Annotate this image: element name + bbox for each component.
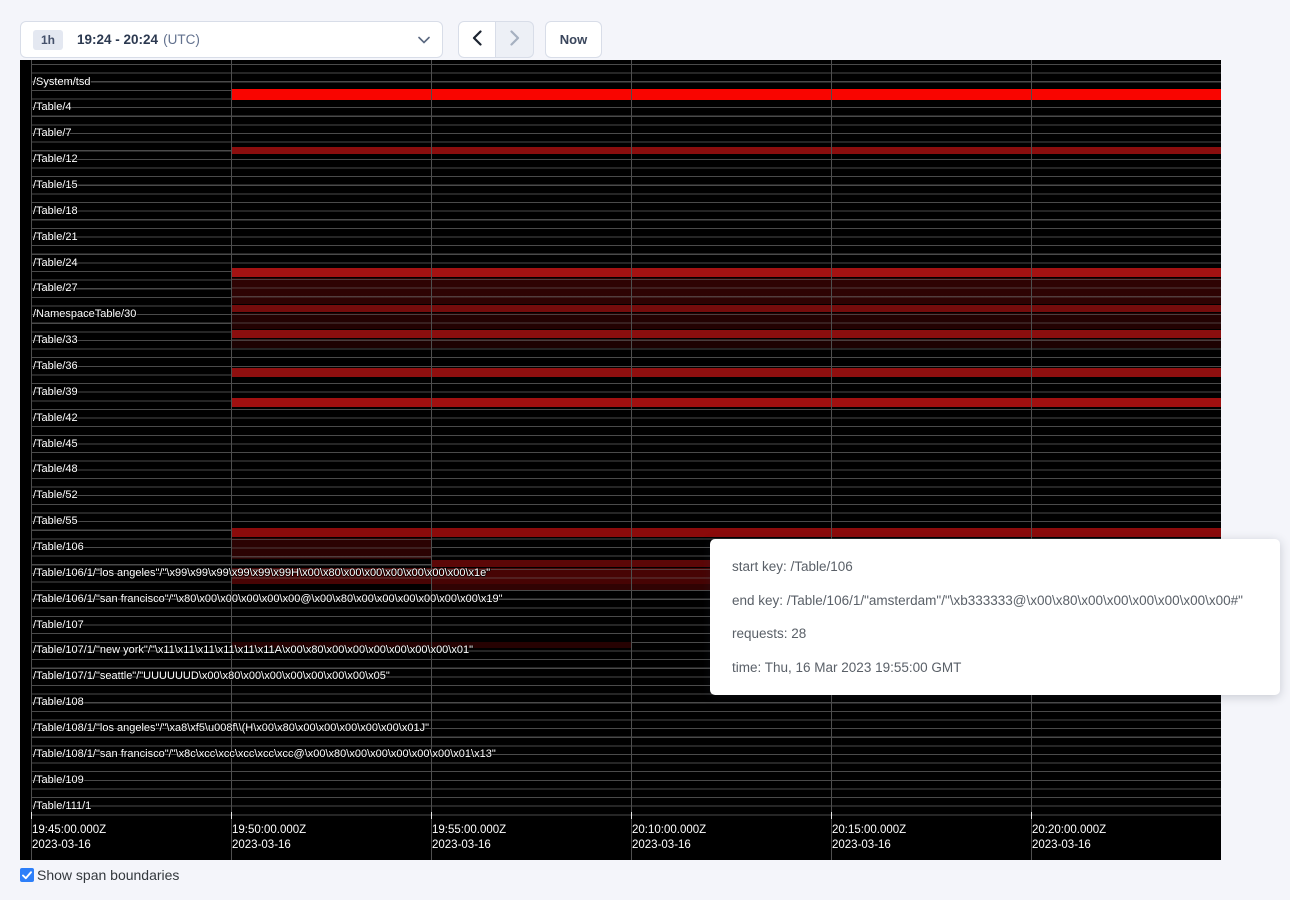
chevron-down-icon bbox=[418, 36, 430, 44]
time-gridline bbox=[631, 60, 632, 860]
span-row-label: /Table/108 bbox=[33, 696, 84, 708]
span-row-label: /Table/18 bbox=[33, 205, 78, 217]
heat-band bbox=[231, 642, 631, 648]
span-row-label: /System/tsd bbox=[33, 76, 90, 88]
axis-time-label: 20:10:00.000Z bbox=[632, 824, 706, 836]
span-row-label: /Table/27 bbox=[33, 282, 78, 294]
heat-band bbox=[231, 268, 1221, 277]
next-interval-button[interactable] bbox=[496, 21, 534, 58]
axis-time-label: 20:20:00.000Z bbox=[1032, 824, 1106, 836]
tooltip-start-key: start key: /Table/106 bbox=[732, 550, 1258, 584]
axis-time-label: 19:45:00.000Z bbox=[32, 824, 106, 836]
heat-band bbox=[231, 368, 1221, 377]
axis-time-label: 19:50:00.000Z bbox=[232, 824, 306, 836]
time-gridline bbox=[31, 60, 32, 860]
time-gridline bbox=[1031, 60, 1032, 860]
now-button[interactable]: Now bbox=[545, 21, 602, 58]
span-row-label: /Table/33 bbox=[33, 334, 78, 346]
heat-band bbox=[231, 538, 431, 559]
axis-tick bbox=[1031, 812, 1032, 819]
time-gridline bbox=[431, 60, 432, 860]
span-boundary-gridlines bbox=[31, 64, 1221, 816]
axis-time-label: 19:55:00.000Z bbox=[432, 824, 506, 836]
chevron-left-icon bbox=[472, 30, 482, 49]
chevron-right-icon bbox=[510, 30, 520, 49]
tooltip-end-key: end key: /Table/106/1/"amsterdam"/"\xb33… bbox=[732, 584, 1258, 618]
heat-band bbox=[231, 305, 1221, 312]
heat-band bbox=[231, 313, 1221, 329]
span-row-label: /Table/24 bbox=[33, 257, 78, 269]
axis-date-label: 2023-03-16 bbox=[432, 839, 491, 851]
span-row-label: /Table/106/1/"san francisco"/"\x80\x00\x… bbox=[33, 593, 503, 605]
heat-band bbox=[231, 398, 1221, 407]
span-row-label: /Table/55 bbox=[33, 515, 78, 527]
span-row-label: /Table/42 bbox=[33, 412, 78, 424]
span-row-label: /NamespaceTable/30 bbox=[33, 308, 136, 320]
span-row-label: /Table/12 bbox=[33, 153, 78, 165]
heat-band bbox=[231, 278, 1221, 304]
key-visualizer-page: 1h 19:24 - 20:24 (UTC) Now /System/tsd/T… bbox=[0, 0, 1290, 900]
heatmap-tooltip: start key: /Table/106 end key: /Table/10… bbox=[710, 539, 1280, 695]
axis-date-label: 2023-03-16 bbox=[232, 839, 291, 851]
span-row-label: /Table/15 bbox=[33, 179, 78, 191]
tooltip-time: time: Thu, 16 Mar 2023 19:55:00 GMT bbox=[732, 651, 1258, 685]
span-row-label: /Table/4 bbox=[33, 101, 72, 113]
span-row-label: /Table/108/1/"los angeles"/"\xa8\xf5\u00… bbox=[33, 722, 429, 734]
axis-date-label: 2023-03-16 bbox=[832, 839, 891, 851]
heat-band bbox=[231, 89, 1221, 100]
span-row-label: /Table/107 bbox=[33, 619, 84, 631]
time-nav-buttons bbox=[458, 21, 534, 58]
show-span-boundaries-control[interactable]: Show span boundaries bbox=[20, 867, 179, 883]
axis-tick bbox=[631, 812, 632, 819]
axis-tick bbox=[31, 812, 32, 819]
key-visualizer-heatmap[interactable]: /System/tsd/Table/4/Table/7/Table/12/Tab… bbox=[20, 60, 1221, 860]
heat-band bbox=[231, 147, 1221, 154]
span-row-label: /Table/111/1 bbox=[33, 800, 91, 812]
span-row-label: /Table/36 bbox=[33, 360, 78, 372]
axis-tick bbox=[831, 812, 832, 819]
heat-band bbox=[231, 330, 1221, 338]
axis-date-label: 2023-03-16 bbox=[632, 839, 691, 851]
span-row-label: /Table/108/1/"san francisco"/"\x8c\xcc\x… bbox=[33, 748, 496, 760]
span-row-label: /Table/109 bbox=[33, 774, 84, 786]
axis-tick bbox=[431, 812, 432, 819]
span-row-label: /Table/39 bbox=[33, 386, 78, 398]
time-gridline bbox=[231, 60, 232, 860]
span-row-label: /Table/45 bbox=[33, 438, 78, 450]
range-timezone: (UTC) bbox=[163, 32, 200, 47]
previous-interval-button[interactable] bbox=[458, 21, 496, 58]
span-row-label: /Table/52 bbox=[33, 489, 78, 501]
tooltip-requests: requests: 28 bbox=[732, 617, 1258, 651]
heat-band bbox=[231, 339, 1221, 348]
span-row-label: /Table/21 bbox=[33, 231, 78, 243]
time-gridline bbox=[831, 60, 832, 860]
checkbox-label: Show span boundaries bbox=[37, 867, 179, 883]
checkbox-checked-icon[interactable] bbox=[20, 868, 34, 882]
range-duration-badge: 1h bbox=[33, 30, 63, 50]
axis-time-label: 20:15:00.000Z bbox=[832, 824, 906, 836]
span-row-label: /Table/106 bbox=[33, 541, 84, 553]
span-row-label: /Table/48 bbox=[33, 463, 78, 475]
heat-band bbox=[231, 528, 1221, 537]
axis-tick bbox=[231, 812, 232, 819]
time-range-selector[interactable]: 1h 19:24 - 20:24 (UTC) bbox=[20, 21, 443, 58]
span-row-label: /Table/107/1/"seattle"/"UUUUUUD\x00\x80\… bbox=[33, 670, 390, 682]
range-text: 19:24 - 20:24 bbox=[77, 32, 158, 47]
axis-date-label: 2023-03-16 bbox=[1032, 839, 1091, 851]
span-row-label: /Table/7 bbox=[33, 127, 72, 139]
axis-date-label: 2023-03-16 bbox=[32, 839, 91, 851]
